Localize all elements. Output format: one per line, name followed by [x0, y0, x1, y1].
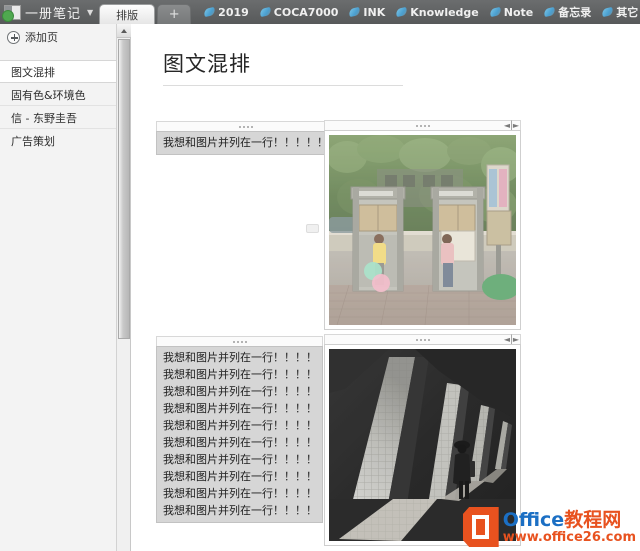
app-brand[interactable]: 一册笔记 ▼ [0, 0, 99, 24]
text-block-body[interactable]: 我想和图片并列在一行！！！！ 我想和图片并列在一行！！！！ 我想和图片并列在一行… [156, 346, 323, 523]
page-item-label: 广告策划 [11, 134, 55, 148]
text-line: 我想和图片并列在一行！！！！ [163, 351, 317, 364]
text-line: 我想和图片并列在一行！！！！ [163, 402, 317, 415]
title-bar: 一册笔记 ▼ 排版 + 2019 COCA7000 INK Knowledge … [0, 0, 640, 24]
text-line: 我想和图片并列在一行！！！！ [163, 487, 317, 500]
page-sidebar: 添加页 图文混排 固有色&环境色 ⌄ 信 - 东野圭吾 ⌄ 广告策划 [0, 24, 131, 551]
quicklink-label: INK [363, 5, 386, 19]
chevron-down-icon[interactable]: ▼ [87, 8, 93, 17]
text-line: 我想和图片并列在一行！！！！ [163, 453, 317, 466]
ribbon-icon [489, 6, 502, 18]
quicklink-knowledge[interactable]: Knowledge [391, 0, 484, 24]
app-name: 一册笔记 [25, 6, 82, 22]
photo-corridor [329, 349, 516, 541]
quicklink-beiwanglu[interactable]: 备忘录 [539, 0, 596, 24]
ribbon-icon [601, 6, 614, 18]
workspace: 添加页 图文混排 固有色&环境色 ⌄ 信 - 东野圭吾 ⌄ 广告策划 [0, 24, 640, 551]
resize-horizontal-icon[interactable]: ◄│► [504, 336, 519, 344]
quicklink-ink[interactable]: INK [344, 0, 390, 24]
scrollbar-thumb[interactable] [118, 39, 130, 339]
tab-paiban[interactable]: 排版 [99, 4, 156, 24]
text-line: 我想和图片并列在一行！！！！ [163, 504, 317, 517]
text-line: 我想和图片并列在一行！！！！ [163, 368, 317, 381]
quicklink-note[interactable]: Note [485, 0, 538, 24]
text-line: 我想和图片并列在一行！！！！！！ [163, 136, 339, 149]
quicklink-label: 2019 [218, 5, 249, 19]
quicklink-label: COCA7000 [273, 5, 339, 19]
note-title-area: 图文混排 [163, 48, 403, 86]
ribbon-icon [348, 6, 362, 18]
object-anchor-handle[interactable] [306, 224, 319, 233]
image-block-body[interactable] [324, 344, 521, 546]
quicklink-label: 备忘录 [558, 6, 592, 19]
quicklink-label: Knowledge [410, 5, 479, 19]
text-line: 我想和图片并列在一行！！！！ [163, 385, 317, 398]
sidebar-item-guyouse[interactable]: 固有色&环境色 ⌄ [0, 83, 130, 106]
drag-grip-icon [239, 125, 253, 128]
scroll-up-arrow-icon[interactable] [117, 24, 131, 38]
text-line: 我想和图片并列在一行！！！！ [163, 419, 317, 432]
sidebar-scrollbar[interactable] [116, 24, 131, 551]
image-block-body[interactable] [324, 130, 521, 330]
block-drag-bar[interactable]: ◄│► [324, 120, 521, 130]
page-item-label: 图文混排 [11, 65, 55, 79]
plus-circle-icon [7, 30, 20, 44]
page-item-label: 固有色&环境色 [11, 88, 86, 102]
quicklink-label: 其它 [616, 6, 639, 19]
new-tab-button[interactable]: + [157, 4, 192, 24]
quicklink-coca7000[interactable]: COCA7000 [255, 0, 344, 24]
drag-grip-icon [232, 340, 247, 343]
title-divider [163, 85, 403, 86]
ribbon-icon [543, 6, 556, 18]
block-drag-bar[interactable]: ◄│► [324, 334, 521, 344]
quicklink-2019[interactable]: 2019 [199, 0, 254, 24]
note-canvas[interactable]: 图文混排 我想和图片并列在一行！！！！！！ ◄│► 我想和图片并列在一行！！！！… [131, 24, 640, 551]
ribbon-icon [259, 6, 272, 18]
quicklink-qita[interactable]: 其它 [597, 0, 640, 24]
page-item-label: 信 - 东野圭吾 [11, 111, 77, 125]
block-drag-bar[interactable] [156, 121, 336, 131]
drag-grip-icon [415, 124, 430, 127]
add-page-button[interactable]: 添加页 [0, 24, 130, 50]
notebook-logo-icon [2, 4, 21, 22]
ribbon-icon [203, 6, 216, 18]
resize-horizontal-icon[interactable]: ◄│► [504, 122, 519, 130]
ribbon-icon [395, 6, 408, 18]
add-page-label: 添加页 [25, 31, 58, 44]
quick-links: 2019 COCA7000 INK Knowledge Note 备忘录 其它 [199, 0, 640, 24]
sidebar-item-guanggaocehua[interactable]: 广告策划 [0, 129, 130, 152]
page-title[interactable]: 图文混排 [163, 48, 403, 85]
text-line: 我想和图片并列在一行！！！！ [163, 436, 317, 449]
text-line: 我想和图片并列在一行！！！！ [163, 470, 317, 483]
drag-grip-icon [415, 338, 430, 341]
sidebar-item-xin[interactable]: 信 - 东野圭吾 ⌄ [0, 106, 130, 129]
photo-phonebooths [329, 135, 516, 325]
quicklink-label: Note [503, 5, 534, 19]
sidebar-item-tuwenhunpai[interactable]: 图文混排 [0, 60, 130, 83]
text-block-body[interactable]: 我想和图片并列在一行！！！！！！ [156, 131, 339, 155]
tab-strip: 排版 + [99, 0, 193, 24]
page-list: 图文混排 固有色&环境色 ⌄ 信 - 东野圭吾 ⌄ 广告策划 [0, 60, 130, 152]
block-drag-bar[interactable] [156, 336, 323, 346]
